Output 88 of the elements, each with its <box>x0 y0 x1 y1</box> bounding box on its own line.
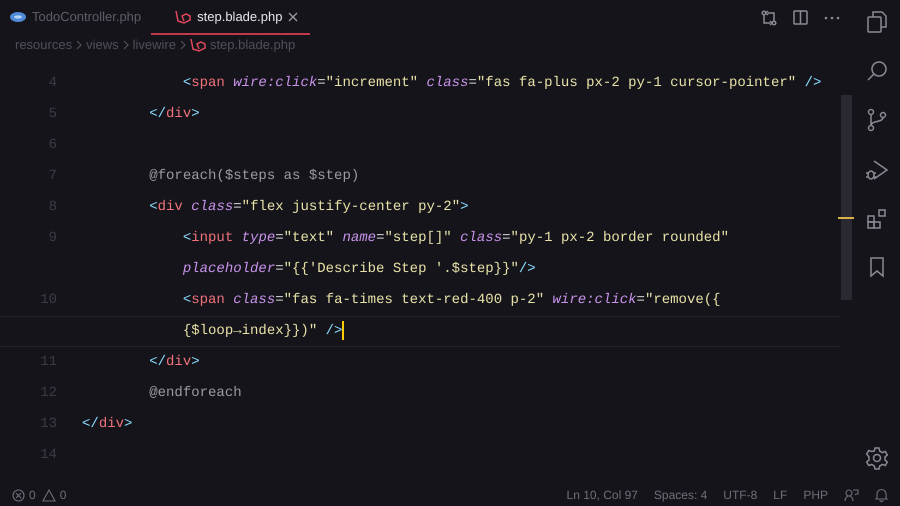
code-token: < <box>182 291 192 310</box>
search-icon[interactable] <box>866 60 888 82</box>
warning-count[interactable]: 0 <box>60 486 66 504</box>
code-token: </ <box>148 105 166 124</box>
split-editor-icon[interactable] <box>793 10 808 25</box>
close-icon[interactable] <box>288 12 298 22</box>
code-token: /> <box>518 260 536 279</box>
code-token: /> <box>804 74 822 93</box>
code-token: = <box>275 229 284 248</box>
blade-file-icon <box>175 10 192 24</box>
feedback-icon[interactable] <box>844 488 859 502</box>
code-token: > <box>191 353 200 372</box>
code-token: div <box>98 415 124 434</box>
code-token: div <box>166 353 192 372</box>
chevron-icon <box>180 40 186 50</box>
code-token: name <box>341 229 376 248</box>
warning-icon[interactable] <box>42 488 56 502</box>
code-token: "increment" <box>326 74 418 93</box>
code-token: class <box>425 74 468 93</box>
code-token: < <box>148 198 158 217</box>
code-token: class <box>190 198 234 217</box>
status-item[interactable]: PHP <box>803 486 828 504</box>
settings-icon[interactable] <box>865 446 889 470</box>
breadcrumb-item[interactable]: views <box>86 35 119 55</box>
bookmark-icon[interactable] <box>869 256 885 278</box>
code-token: class <box>232 291 276 310</box>
status-item[interactable]: Spaces: 4 <box>654 486 708 504</box>
code-token: @endforeach <box>148 384 242 403</box>
code-token: class <box>459 229 502 248</box>
files-icon[interactable] <box>866 10 888 34</box>
code-token: span <box>191 74 225 93</box>
code-token: "py-1 px-2 border rounded" <box>510 229 729 248</box>
scrollbar-thumb[interactable] <box>841 95 852 300</box>
code-token: span <box>191 291 225 310</box>
text-cursor <box>342 321 344 340</box>
code-token: type <box>240 229 276 248</box>
code-token: </ <box>148 353 166 372</box>
code-token: "fas fa-plus px-2 py-1 cursor-pointer" <box>476 74 796 93</box>
code-token: = <box>317 74 326 93</box>
chevron-icon <box>76 40 82 50</box>
code-token: wire:click <box>552 291 637 310</box>
code-token: = <box>275 260 284 279</box>
run-debug-icon[interactable] <box>865 158 889 182</box>
breadcrumb-item[interactable]: resources <box>15 35 72 55</box>
code-token: </ <box>82 415 99 434</box>
status-item[interactable]: LF <box>773 486 788 504</box>
code-token: > <box>460 198 469 217</box>
editor-tab[interactable]: TodoController.php <box>0 0 152 35</box>
notification-bell-icon[interactable] <box>875 488 888 502</box>
breadcrumb-item[interactable]: livewire <box>132 35 176 55</box>
code-token: @foreach($steps as $step) <box>148 167 360 186</box>
code-token: "step[]" <box>384 229 452 248</box>
editor-tab[interactable]: step.blade.php <box>151 0 310 35</box>
code-token: = <box>275 291 284 310</box>
code-token: = <box>468 74 477 93</box>
breadcrumb-item[interactable]: step.blade.php <box>210 35 296 55</box>
code-token: /> <box>324 322 342 341</box>
code-token: = <box>233 198 242 217</box>
error-icon[interactable] <box>12 488 25 502</box>
source-control-icon[interactable] <box>867 108 887 132</box>
blade-file-icon <box>190 38 206 52</box>
compare-changes-icon[interactable] <box>761 10 777 26</box>
code-token: > <box>124 415 132 434</box>
status-item[interactable]: Ln 10, Col 97 <box>566 486 638 504</box>
code-token: div <box>158 198 183 217</box>
code-token: < <box>182 74 192 93</box>
cursor-marker <box>838 217 854 219</box>
code-token: input <box>191 229 234 248</box>
chevron-icon <box>122 40 129 50</box>
error-count[interactable]: 0 <box>29 486 36 504</box>
code-token: placeholder <box>182 260 276 279</box>
code-token: = <box>502 229 511 248</box>
code-token: < <box>182 229 192 248</box>
code-token: "remove({ <box>644 291 721 310</box>
code-token: "flex justify-center py-2" <box>242 198 460 217</box>
more-icon[interactable] <box>824 16 840 20</box>
code-token: "{{'Describe Step '.$step}}" <box>284 260 519 279</box>
code-token: "fas fa-times text-red-400 p-2" <box>284 291 544 310</box>
code-token: {$loop→index}})" <box>182 322 318 341</box>
code-token: "text" <box>284 229 334 248</box>
extensions-icon[interactable] <box>866 208 888 230</box>
code-token: > <box>191 105 200 124</box>
code-token: wire:click <box>232 74 318 93</box>
php-file-icon <box>10 12 26 22</box>
status-item[interactable]: UTF-8 <box>723 486 758 504</box>
code-token: = <box>636 291 645 310</box>
code-token: div <box>166 105 192 124</box>
code-token: = <box>376 229 384 248</box>
